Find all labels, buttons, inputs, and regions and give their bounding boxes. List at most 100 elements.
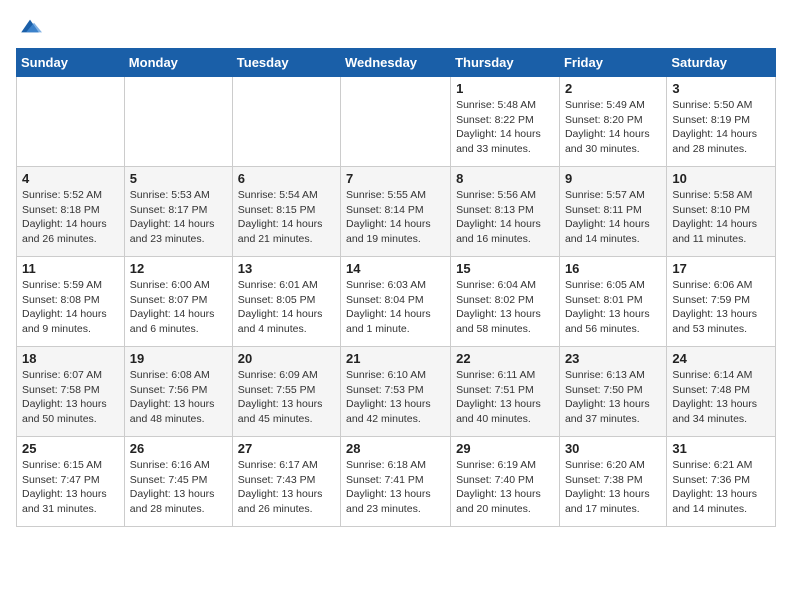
day-number: 15: [456, 261, 554, 276]
day-number: 3: [672, 81, 770, 96]
day-number: 11: [22, 261, 119, 276]
day-number: 17: [672, 261, 770, 276]
cell-content: Sunrise: 6:06 AM Sunset: 7:59 PM Dayligh…: [672, 278, 770, 337]
calendar-table: Sunday Monday Tuesday Wednesday Thursday…: [16, 48, 776, 527]
day-number: 26: [130, 441, 227, 456]
day-number: 14: [346, 261, 445, 276]
calendar-cell: 12 Sunrise: 6:00 AM Sunset: 8:07 PM Dayli…: [124, 257, 232, 347]
cell-content: Sunrise: 5:52 AM Sunset: 8:18 PM Dayligh…: [22, 188, 119, 247]
cell-content: Sunrise: 6:21 AM Sunset: 7:36 PM Dayligh…: [672, 458, 770, 517]
calendar-cell: 4Sunrise: 5:52 AM Sunset: 8:18 PM Daylig…: [17, 167, 125, 257]
day-number: 13: [238, 261, 335, 276]
calendar-cell: 22 Sunrise: 6:11 AM Sunset: 7:51 PM Dayli…: [451, 347, 560, 437]
calendar-cell: 1 Sunrise: 5:48 AM Sunset: 8:22 PM Daylig…: [451, 77, 560, 167]
calendar-cell: [17, 77, 125, 167]
calendar-cell: 30 Sunrise: 6:20 AM Sunset: 7:38 PM Dayli…: [559, 437, 666, 527]
day-number: 6: [238, 171, 335, 186]
day-number: 2: [565, 81, 661, 96]
calendar-cell: 8 Sunrise: 5:56 AM Sunset: 8:13 PM Daylig…: [451, 167, 560, 257]
calendar-cell: 11 Sunrise: 5:59 AM Sunset: 8:08 PM Dayli…: [17, 257, 125, 347]
calendar-cell: 9Sunrise: 5:57 AM Sunset: 8:11 PM Daylig…: [559, 167, 666, 257]
cell-content: Sunrise: 6:04 AM Sunset: 8:02 PM Dayligh…: [456, 278, 554, 337]
cell-content: Sunrise: 6:11 AM Sunset: 7:51 PM Dayligh…: [456, 368, 554, 427]
cell-content: Sunrise: 6:10 AM Sunset: 7:53 PM Dayligh…: [346, 368, 445, 427]
day-number: 27: [238, 441, 335, 456]
calendar-week-row: 1 Sunrise: 5:48 AM Sunset: 8:22 PM Daylig…: [17, 77, 776, 167]
cell-content: Sunrise: 6:19 AM Sunset: 7:40 PM Dayligh…: [456, 458, 554, 517]
calendar-cell: 15 Sunrise: 6:04 AM Sunset: 8:02 PM Dayli…: [451, 257, 560, 347]
cell-content: Sunrise: 6:03 AM Sunset: 8:04 PM Dayligh…: [346, 278, 445, 337]
cell-content: Sunrise: 5:50 AM Sunset: 8:19 PM Dayligh…: [672, 98, 770, 157]
cell-content: Sunrise: 6:17 AM Sunset: 7:43 PM Dayligh…: [238, 458, 335, 517]
cell-content: Sunrise: 6:07 AM Sunset: 7:58 PM Dayligh…: [22, 368, 119, 427]
day-number: 18: [22, 351, 119, 366]
day-number: 29: [456, 441, 554, 456]
calendar-cell: 17 Sunrise: 6:06 AM Sunset: 7:59 PM Dayli…: [667, 257, 776, 347]
calendar-cell: 31 Sunrise: 6:21 AM Sunset: 7:36 PM Dayli…: [667, 437, 776, 527]
calendar-cell: 6 Sunrise: 5:54 AM Sunset: 8:15 PM Daylig…: [232, 167, 340, 257]
header-tuesday: Tuesday: [232, 49, 340, 77]
day-number: 22: [456, 351, 554, 366]
cell-content: Sunrise: 6:09 AM Sunset: 7:55 PM Dayligh…: [238, 368, 335, 427]
header-friday: Friday: [559, 49, 666, 77]
cell-content: Sunrise: 6:00 AM Sunset: 8:07 PM Dayligh…: [130, 278, 227, 337]
cell-content: Sunrise: 5:49 AM Sunset: 8:20 PM Dayligh…: [565, 98, 661, 157]
calendar-cell: 25 Sunrise: 6:15 AM Sunset: 7:47 PM Dayli…: [17, 437, 125, 527]
calendar-cell: 7Sunrise: 5:55 AM Sunset: 8:14 PM Daylig…: [341, 167, 451, 257]
cell-content: Sunrise: 5:48 AM Sunset: 8:22 PM Dayligh…: [456, 98, 554, 157]
calendar-cell: 5 Sunrise: 5:53 AM Sunset: 8:17 PM Daylig…: [124, 167, 232, 257]
day-number: 5: [130, 171, 227, 186]
calendar-cell: [124, 77, 232, 167]
calendar-cell: 16 Sunrise: 6:05 AM Sunset: 8:01 PM Dayli…: [559, 257, 666, 347]
cell-content: Sunrise: 6:08 AM Sunset: 7:56 PM Dayligh…: [130, 368, 227, 427]
calendar-cell: 26 Sunrise: 6:16 AM Sunset: 7:45 PM Dayli…: [124, 437, 232, 527]
calendar-week-row: 25 Sunrise: 6:15 AM Sunset: 7:47 PM Dayli…: [17, 437, 776, 527]
calendar-header-row: Sunday Monday Tuesday Wednesday Thursday…: [17, 49, 776, 77]
day-number: 8: [456, 171, 554, 186]
day-number: 12: [130, 261, 227, 276]
day-number: 23: [565, 351, 661, 366]
day-number: 21: [346, 351, 445, 366]
cell-content: Sunrise: 5:59 AM Sunset: 8:08 PM Dayligh…: [22, 278, 119, 337]
day-number: 16: [565, 261, 661, 276]
logo-icon: [18, 16, 42, 36]
cell-content: Sunrise: 6:13 AM Sunset: 7:50 PM Dayligh…: [565, 368, 661, 427]
cell-content: Sunrise: 5:56 AM Sunset: 8:13 PM Dayligh…: [456, 188, 554, 247]
header-thursday: Thursday: [451, 49, 560, 77]
calendar-cell: 21 Sunrise: 6:10 AM Sunset: 7:53 PM Dayli…: [341, 347, 451, 437]
cell-content: Sunrise: 6:20 AM Sunset: 7:38 PM Dayligh…: [565, 458, 661, 517]
calendar-cell: 28 Sunrise: 6:18 AM Sunset: 7:41 PM Dayli…: [341, 437, 451, 527]
header-sunday: Sunday: [17, 49, 125, 77]
day-number: 31: [672, 441, 770, 456]
cell-content: Sunrise: 6:16 AM Sunset: 7:45 PM Dayligh…: [130, 458, 227, 517]
calendar-cell: [341, 77, 451, 167]
cell-content: Sunrise: 6:15 AM Sunset: 7:47 PM Dayligh…: [22, 458, 119, 517]
calendar-cell: 10 Sunrise: 5:58 AM Sunset: 8:10 PM Dayli…: [667, 167, 776, 257]
page-header: [16, 16, 776, 36]
cell-content: Sunrise: 6:18 AM Sunset: 7:41 PM Dayligh…: [346, 458, 445, 517]
calendar-cell: 29 Sunrise: 6:19 AM Sunset: 7:40 PM Dayli…: [451, 437, 560, 527]
cell-content: Sunrise: 5:53 AM Sunset: 8:17 PM Dayligh…: [130, 188, 227, 247]
day-number: 30: [565, 441, 661, 456]
calendar-week-row: 11 Sunrise: 5:59 AM Sunset: 8:08 PM Dayli…: [17, 257, 776, 347]
calendar-cell: 2 Sunrise: 5:49 AM Sunset: 8:20 PM Daylig…: [559, 77, 666, 167]
cell-content: Sunrise: 6:14 AM Sunset: 7:48 PM Dayligh…: [672, 368, 770, 427]
day-number: 20: [238, 351, 335, 366]
cell-content: Sunrise: 5:54 AM Sunset: 8:15 PM Dayligh…: [238, 188, 335, 247]
calendar-cell: 24Sunrise: 6:14 AM Sunset: 7:48 PM Dayli…: [667, 347, 776, 437]
calendar-cell: 14 Sunrise: 6:03 AM Sunset: 8:04 PM Dayli…: [341, 257, 451, 347]
day-number: 25: [22, 441, 119, 456]
calendar-cell: 19 Sunrise: 6:08 AM Sunset: 7:56 PM Dayli…: [124, 347, 232, 437]
calendar-week-row: 18 Sunrise: 6:07 AM Sunset: 7:58 PM Dayli…: [17, 347, 776, 437]
day-number: 19: [130, 351, 227, 366]
cell-content: Sunrise: 6:05 AM Sunset: 8:01 PM Dayligh…: [565, 278, 661, 337]
cell-content: Sunrise: 5:58 AM Sunset: 8:10 PM Dayligh…: [672, 188, 770, 247]
day-number: 1: [456, 81, 554, 96]
day-number: 28: [346, 441, 445, 456]
calendar-cell: 23 Sunrise: 6:13 AM Sunset: 7:50 PM Dayli…: [559, 347, 666, 437]
calendar-cell: 27 Sunrise: 6:17 AM Sunset: 7:43 PM Dayli…: [232, 437, 340, 527]
day-number: 10: [672, 171, 770, 186]
day-number: 7: [346, 171, 445, 186]
header-saturday: Saturday: [667, 49, 776, 77]
calendar-cell: [232, 77, 340, 167]
